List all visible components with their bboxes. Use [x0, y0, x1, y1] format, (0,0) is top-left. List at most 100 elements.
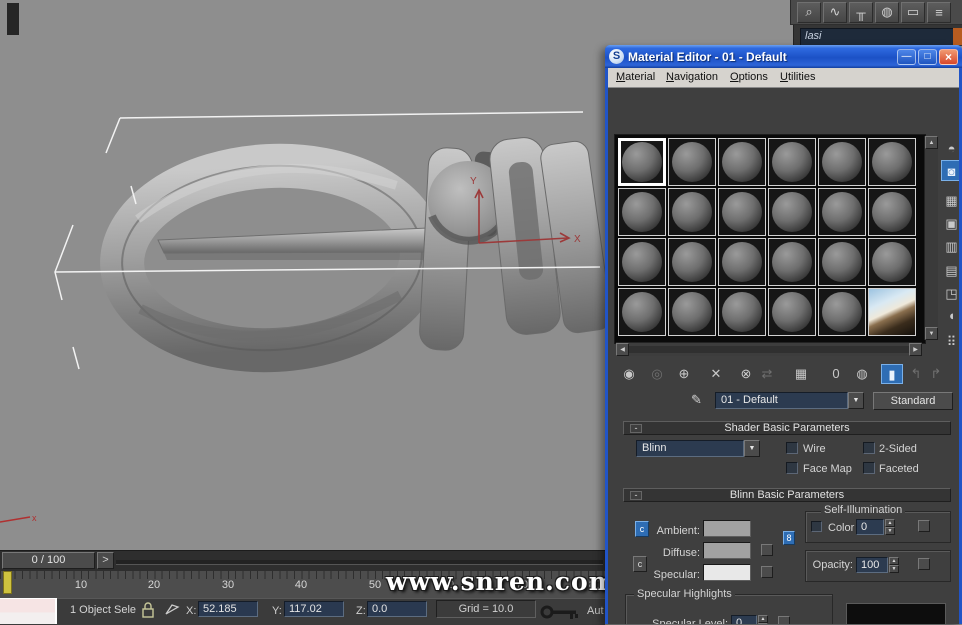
sample-slot[interactable] [718, 238, 766, 286]
sample-slot-selected[interactable] [618, 138, 666, 186]
sample-slot[interactable] [668, 238, 716, 286]
sample-slot[interactable] [668, 138, 716, 186]
sample-slot[interactable] [818, 138, 866, 186]
menu-material[interactable]: Material [616, 71, 655, 83]
sample-slot[interactable] [718, 188, 766, 236]
sample-slot[interactable] [668, 288, 716, 336]
time-slider-track[interactable] [116, 560, 603, 565]
sample-slot[interactable] [868, 138, 916, 186]
zoom-tool-icon[interactable]: ⌕ [797, 1, 821, 23]
select-by-material-icon[interactable]: ◖ [941, 305, 959, 326]
sample-slot[interactable] [868, 188, 916, 236]
sample-slot[interactable] [768, 138, 816, 186]
show-end-result-icon[interactable]: ▮ [881, 364, 903, 384]
specular-level-spinner[interactable]: ▲▼ [758, 615, 768, 624]
make-unique-icon[interactable]: ⇄ [756, 364, 778, 384]
menu-navigation[interactable]: Navigation [666, 71, 718, 83]
sample-slot[interactable] [818, 288, 866, 336]
specular-map-button[interactable] [761, 566, 773, 578]
sample-slot-environment[interactable] [868, 288, 916, 336]
selection-lock-icon[interactable] [140, 601, 156, 619]
background-icon[interactable]: ▦ [941, 190, 959, 211]
curve-editor-icon[interactable]: ∿ [823, 1, 847, 23]
next-frame-button[interactable]: > [97, 552, 114, 569]
put-to-library-icon[interactable]: ▦ [790, 364, 812, 384]
x-coordinate-field[interactable]: 52.185 [198, 601, 258, 617]
material-type-button[interactable]: Standard [873, 392, 953, 410]
sample-slot[interactable] [868, 238, 916, 286]
two-sided-checkbox[interactable] [863, 442, 875, 454]
time-slider-button[interactable]: 0 / 100 [2, 552, 95, 569]
material-name-dropdown-arrow[interactable]: ▼ [848, 392, 864, 409]
sample-slot[interactable] [818, 238, 866, 286]
sample-slot[interactable] [618, 288, 666, 336]
y-coordinate-field[interactable]: 117.02 [284, 601, 344, 617]
get-material-icon[interactable]: ◉ [618, 364, 640, 384]
self-illum-color-checkbox[interactable] [811, 521, 822, 532]
sample-slot[interactable] [718, 138, 766, 186]
menu-utilities[interactable]: Utilities [780, 71, 815, 83]
named-selection-field[interactable]: lasi [800, 28, 954, 46]
sample-slot[interactable] [618, 188, 666, 236]
sample-slot[interactable] [618, 238, 666, 286]
menu-options[interactable]: Options [730, 71, 768, 83]
pick-material-icon[interactable]: ✎ [691, 392, 707, 408]
shader-dropdown-arrow[interactable]: ▼ [744, 440, 760, 457]
schematic-view-icon[interactable]: ╥ [849, 1, 873, 23]
palette-horizontal-scrollbar[interactable]: ◀ ▶ [616, 342, 922, 356]
title-bar[interactable]: S Material Editor - 01 - Default — □ × [605, 45, 962, 68]
material-editor-options-icon[interactable]: ◳ [941, 283, 959, 304]
sample-uv-tiling-icon[interactable]: ▣ [941, 213, 959, 234]
shader-type-dropdown[interactable]: Blinn [636, 440, 744, 457]
maximize-button[interactable]: □ [918, 48, 937, 65]
specular-level-field[interactable]: 0 [731, 615, 757, 624]
self-illum-spinner[interactable]: ▲ ▼ [885, 519, 895, 535]
sample-slot[interactable] [768, 188, 816, 236]
self-illum-map-button[interactable] [918, 520, 930, 532]
assign-material-icon[interactable]: ⊕ [673, 364, 695, 384]
diffuse-color-swatch[interactable] [703, 542, 751, 559]
opacity-map-button[interactable] [918, 558, 930, 570]
specular-color-swatch[interactable] [703, 564, 751, 581]
faceted-checkbox[interactable] [863, 462, 875, 474]
opacity-spinner[interactable]: ▲ ▼ [889, 557, 899, 573]
rollout-blinn-basic-parameters[interactable]: - Blinn Basic Parameters [623, 488, 951, 502]
scroll-left-icon[interactable]: ◀ [616, 343, 629, 356]
diffuse-map-button[interactable] [761, 544, 773, 556]
auto-key-button[interactable]: Aut [587, 605, 605, 617]
ambient-color-swatch[interactable] [703, 520, 751, 537]
backlight-icon[interactable]: ◙ [941, 160, 959, 181]
specular-level-map-button[interactable] [778, 616, 790, 624]
sample-slot[interactable] [818, 188, 866, 236]
video-color-check-icon[interactable]: ▥ [941, 236, 959, 257]
scroll-down-icon[interactable]: ▼ [925, 327, 938, 340]
opacity-field[interactable]: 100 [856, 557, 888, 573]
show-map-in-viewport-icon[interactable]: ◍ [851, 364, 873, 384]
palette-vertical-scrollbar[interactable]: ▲ ▼ [924, 136, 938, 340]
material-id-channel-icon[interactable]: 0 [825, 364, 847, 384]
current-frame-marker[interactable] [3, 571, 12, 594]
go-to-parent-icon[interactable]: ↰ [905, 364, 927, 384]
perspective-viewport[interactable]: Y X x [0, 0, 612, 550]
reset-map-icon[interactable]: ✕ [705, 364, 727, 384]
set-key-icon[interactable] [540, 602, 584, 622]
sample-slot[interactable] [718, 288, 766, 336]
collapse-icon[interactable]: - [630, 491, 642, 500]
material-map-navigator-icon[interactable]: ⠿ [941, 331, 959, 352]
scroll-right-icon[interactable]: ▶ [909, 343, 922, 356]
sample-slot[interactable] [668, 188, 716, 236]
z-coordinate-field[interactable]: 0.0 [367, 601, 427, 617]
go-forward-sibling-icon[interactable]: ↱ [925, 364, 947, 384]
maxscript-mini-listener[interactable] [0, 598, 57, 624]
material-name-dropdown[interactable]: 01 - Default [715, 392, 848, 409]
scroll-up-icon[interactable]: ▲ [925, 136, 938, 149]
close-button[interactable]: × [939, 48, 958, 65]
render-scene-icon[interactable]: ▭ [901, 1, 925, 23]
minimize-button[interactable]: — [897, 48, 916, 65]
sample-slot[interactable] [768, 238, 816, 286]
wire-checkbox[interactable] [786, 442, 798, 454]
material-editor-icon[interactable]: ◍ [875, 1, 899, 23]
make-preview-icon[interactable]: ▤ [941, 260, 959, 281]
ambient-diffuse-map-lock[interactable]: 8 [783, 531, 795, 545]
self-illum-value-field[interactable]: 0 [856, 519, 884, 535]
